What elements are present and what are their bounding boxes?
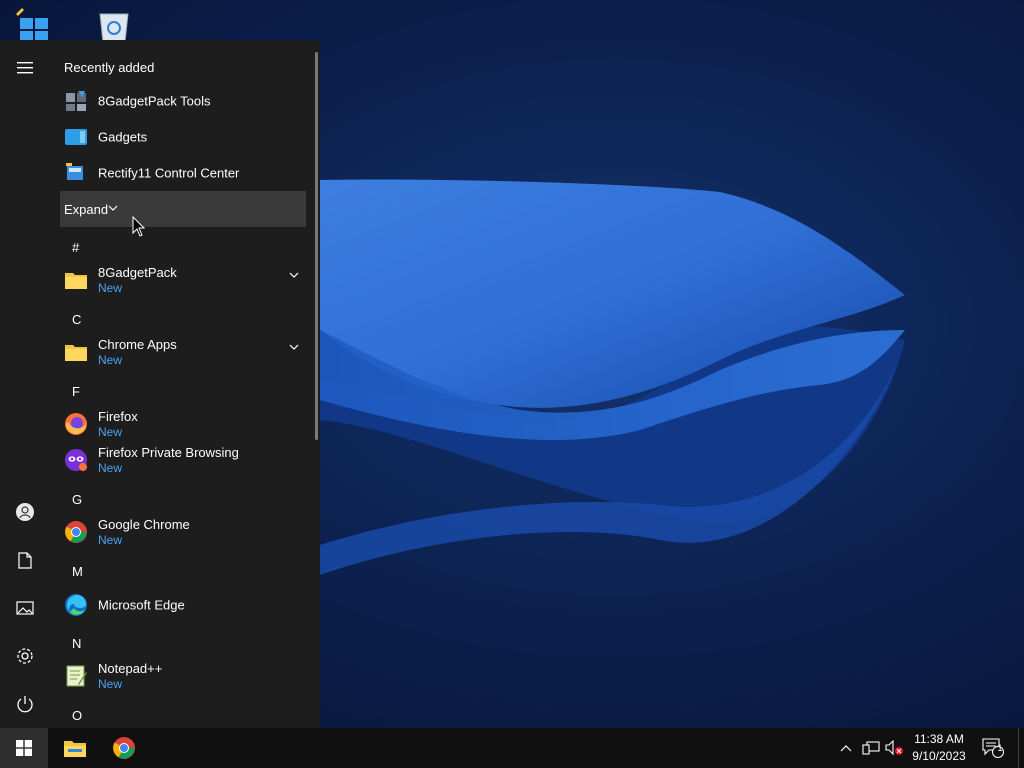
network-icon	[862, 741, 880, 755]
folder-icon	[65, 273, 87, 289]
start-menu: Recently added 8GadgetPack Tools Gadgets…	[0, 40, 320, 728]
start-rail	[0, 40, 50, 728]
computer-icon	[16, 8, 48, 42]
documents-button[interactable]	[5, 540, 45, 580]
app-item-firefox[interactable]: Firefox New	[60, 406, 308, 442]
power-icon	[17, 696, 33, 713]
recycle-bin-desktop-icon[interactable]	[92, 6, 140, 43]
expand-button[interactable]: Expand	[60, 191, 306, 227]
pictures-icon	[16, 601, 34, 615]
8gadgetpack-tools-icon	[66, 91, 86, 111]
group-letter-o[interactable]: O	[72, 708, 82, 723]
app-list: Recently added 8GadgetPack Tools Gadgets…	[58, 40, 310, 728]
section-title: Recently added	[64, 60, 155, 75]
mouse-cursor-icon	[132, 216, 146, 237]
power-button[interactable]	[5, 684, 45, 724]
user-button[interactable]	[5, 492, 45, 532]
group-letter-c[interactable]: C	[72, 312, 81, 327]
settings-button[interactable]	[5, 636, 45, 676]
firefox-private-icon	[65, 449, 87, 471]
file-explorer-button[interactable]	[51, 728, 99, 768]
file-explorer-icon	[64, 741, 86, 757]
app-item-chrome-apps-folder[interactable]: Chrome Apps New	[60, 334, 308, 370]
menu-button[interactable]	[5, 48, 45, 88]
show-hidden-icons-button[interactable]	[836, 728, 856, 768]
chevron-down-icon[interactable]	[288, 270, 300, 280]
show-desktop-button[interactable]	[1018, 728, 1024, 768]
app-item-rectify11-control-center[interactable]: Rectify11 Control Center	[60, 155, 308, 191]
action-center-button[interactable]: 1	[980, 728, 1006, 768]
group-letter-g[interactable]: G	[72, 492, 82, 507]
app-item-8gadgetpack-tools[interactable]: 8GadgetPack Tools	[60, 83, 308, 119]
rectify11-icon	[66, 163, 83, 180]
recycle-bin-icon	[99, 13, 129, 43]
chevron-down-icon[interactable]	[288, 342, 300, 352]
firefox-icon	[65, 413, 87, 435]
app-item-gadgets[interactable]: Gadgets	[60, 119, 308, 155]
chevron-down-icon	[108, 205, 118, 211]
edge-icon	[65, 594, 87, 616]
user-icon	[16, 503, 34, 521]
app-item-notepadpp[interactable]: Notepad++ New	[60, 658, 308, 694]
clock-time: 11:38 AM	[914, 732, 964, 746]
gadgets-icon	[65, 129, 87, 145]
volume-muted-icon	[885, 740, 903, 756]
settings-icon	[17, 648, 33, 664]
folder-icon	[65, 345, 87, 361]
clock-date: 9/10/2023	[912, 749, 966, 763]
app-item-microsoft-edge[interactable]: Microsoft Edge	[60, 587, 308, 623]
group-letter-f[interactable]: F	[72, 384, 80, 399]
chrome-taskbar-button[interactable]	[100, 728, 148, 768]
app-item-google-chrome[interactable]: Google Chrome New	[60, 514, 308, 550]
hamburger-icon	[17, 62, 33, 74]
group-letter-hash[interactable]: #	[72, 240, 79, 255]
this-pc-desktop-icon[interactable]	[14, 6, 62, 42]
chrome-icon	[113, 737, 135, 759]
chevron-up-icon	[840, 745, 852, 752]
chrome-icon	[65, 521, 87, 543]
notification-count: 1	[997, 743, 1003, 753]
pictures-button[interactable]	[5, 588, 45, 628]
group-letter-m[interactable]: M	[72, 564, 83, 579]
group-letter-n[interactable]: N	[72, 636, 81, 651]
start-button[interactable]	[0, 728, 48, 768]
app-item-firefox-private-browsing[interactable]: Firefox Private Browsing New	[60, 442, 308, 478]
app-list-scrollbar[interactable]	[315, 52, 318, 440]
volume-button[interactable]	[884, 728, 906, 768]
clock[interactable]: 11:38 AM 9/10/2023	[906, 731, 972, 765]
taskbar: 11:38 AM 9/10/2023 1	[0, 728, 1024, 768]
start-icon	[16, 740, 32, 756]
notepadpp-icon	[66, 665, 87, 687]
network-button[interactable]	[860, 728, 882, 768]
app-item-8gadgetpack-folder[interactable]: 8GadgetPack New	[60, 262, 308, 298]
documents-icon	[18, 551, 32, 569]
